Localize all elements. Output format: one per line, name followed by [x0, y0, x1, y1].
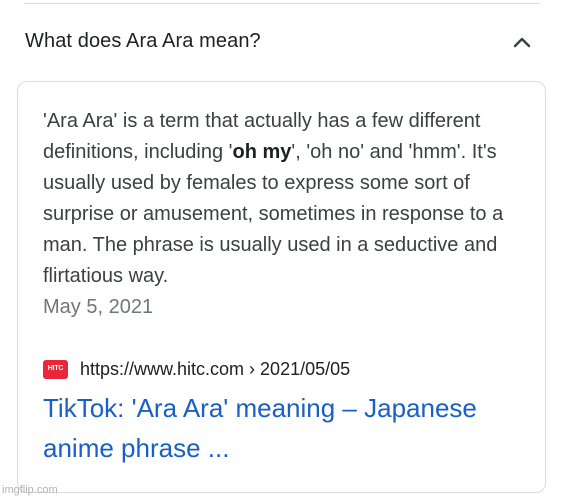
watermark: imgflip.com — [2, 484, 58, 496]
result-title-link[interactable]: TikTok: 'Ara Ara' meaning – Japanese ani… — [43, 388, 523, 468]
chevron-up-icon[interactable] — [512, 32, 532, 52]
faq-question-row[interactable]: What does Ara Ara mean? — [0, 4, 564, 78]
faq-question[interactable]: What does Ara Ara mean? — [25, 30, 261, 53]
answer-card: 'Ara Ara' is a term that actually has a … — [17, 81, 546, 493]
favicon-text: HITC — [47, 364, 64, 372]
source-row[interactable]: HITC https://www.hitc.com › 2021/05/05 — [43, 356, 350, 382]
hitc-favicon-icon: HITC — [43, 359, 68, 379]
source-url[interactable]: https://www.hitc.com › 2021/05/05 — [80, 359, 350, 380]
snippet-date: May 5, 2021 — [43, 296, 154, 318]
answer-bold-phrase: oh my — [232, 141, 292, 163]
answer-snippet: 'Ara Ara' is a term that actually has a … — [43, 106, 523, 323]
